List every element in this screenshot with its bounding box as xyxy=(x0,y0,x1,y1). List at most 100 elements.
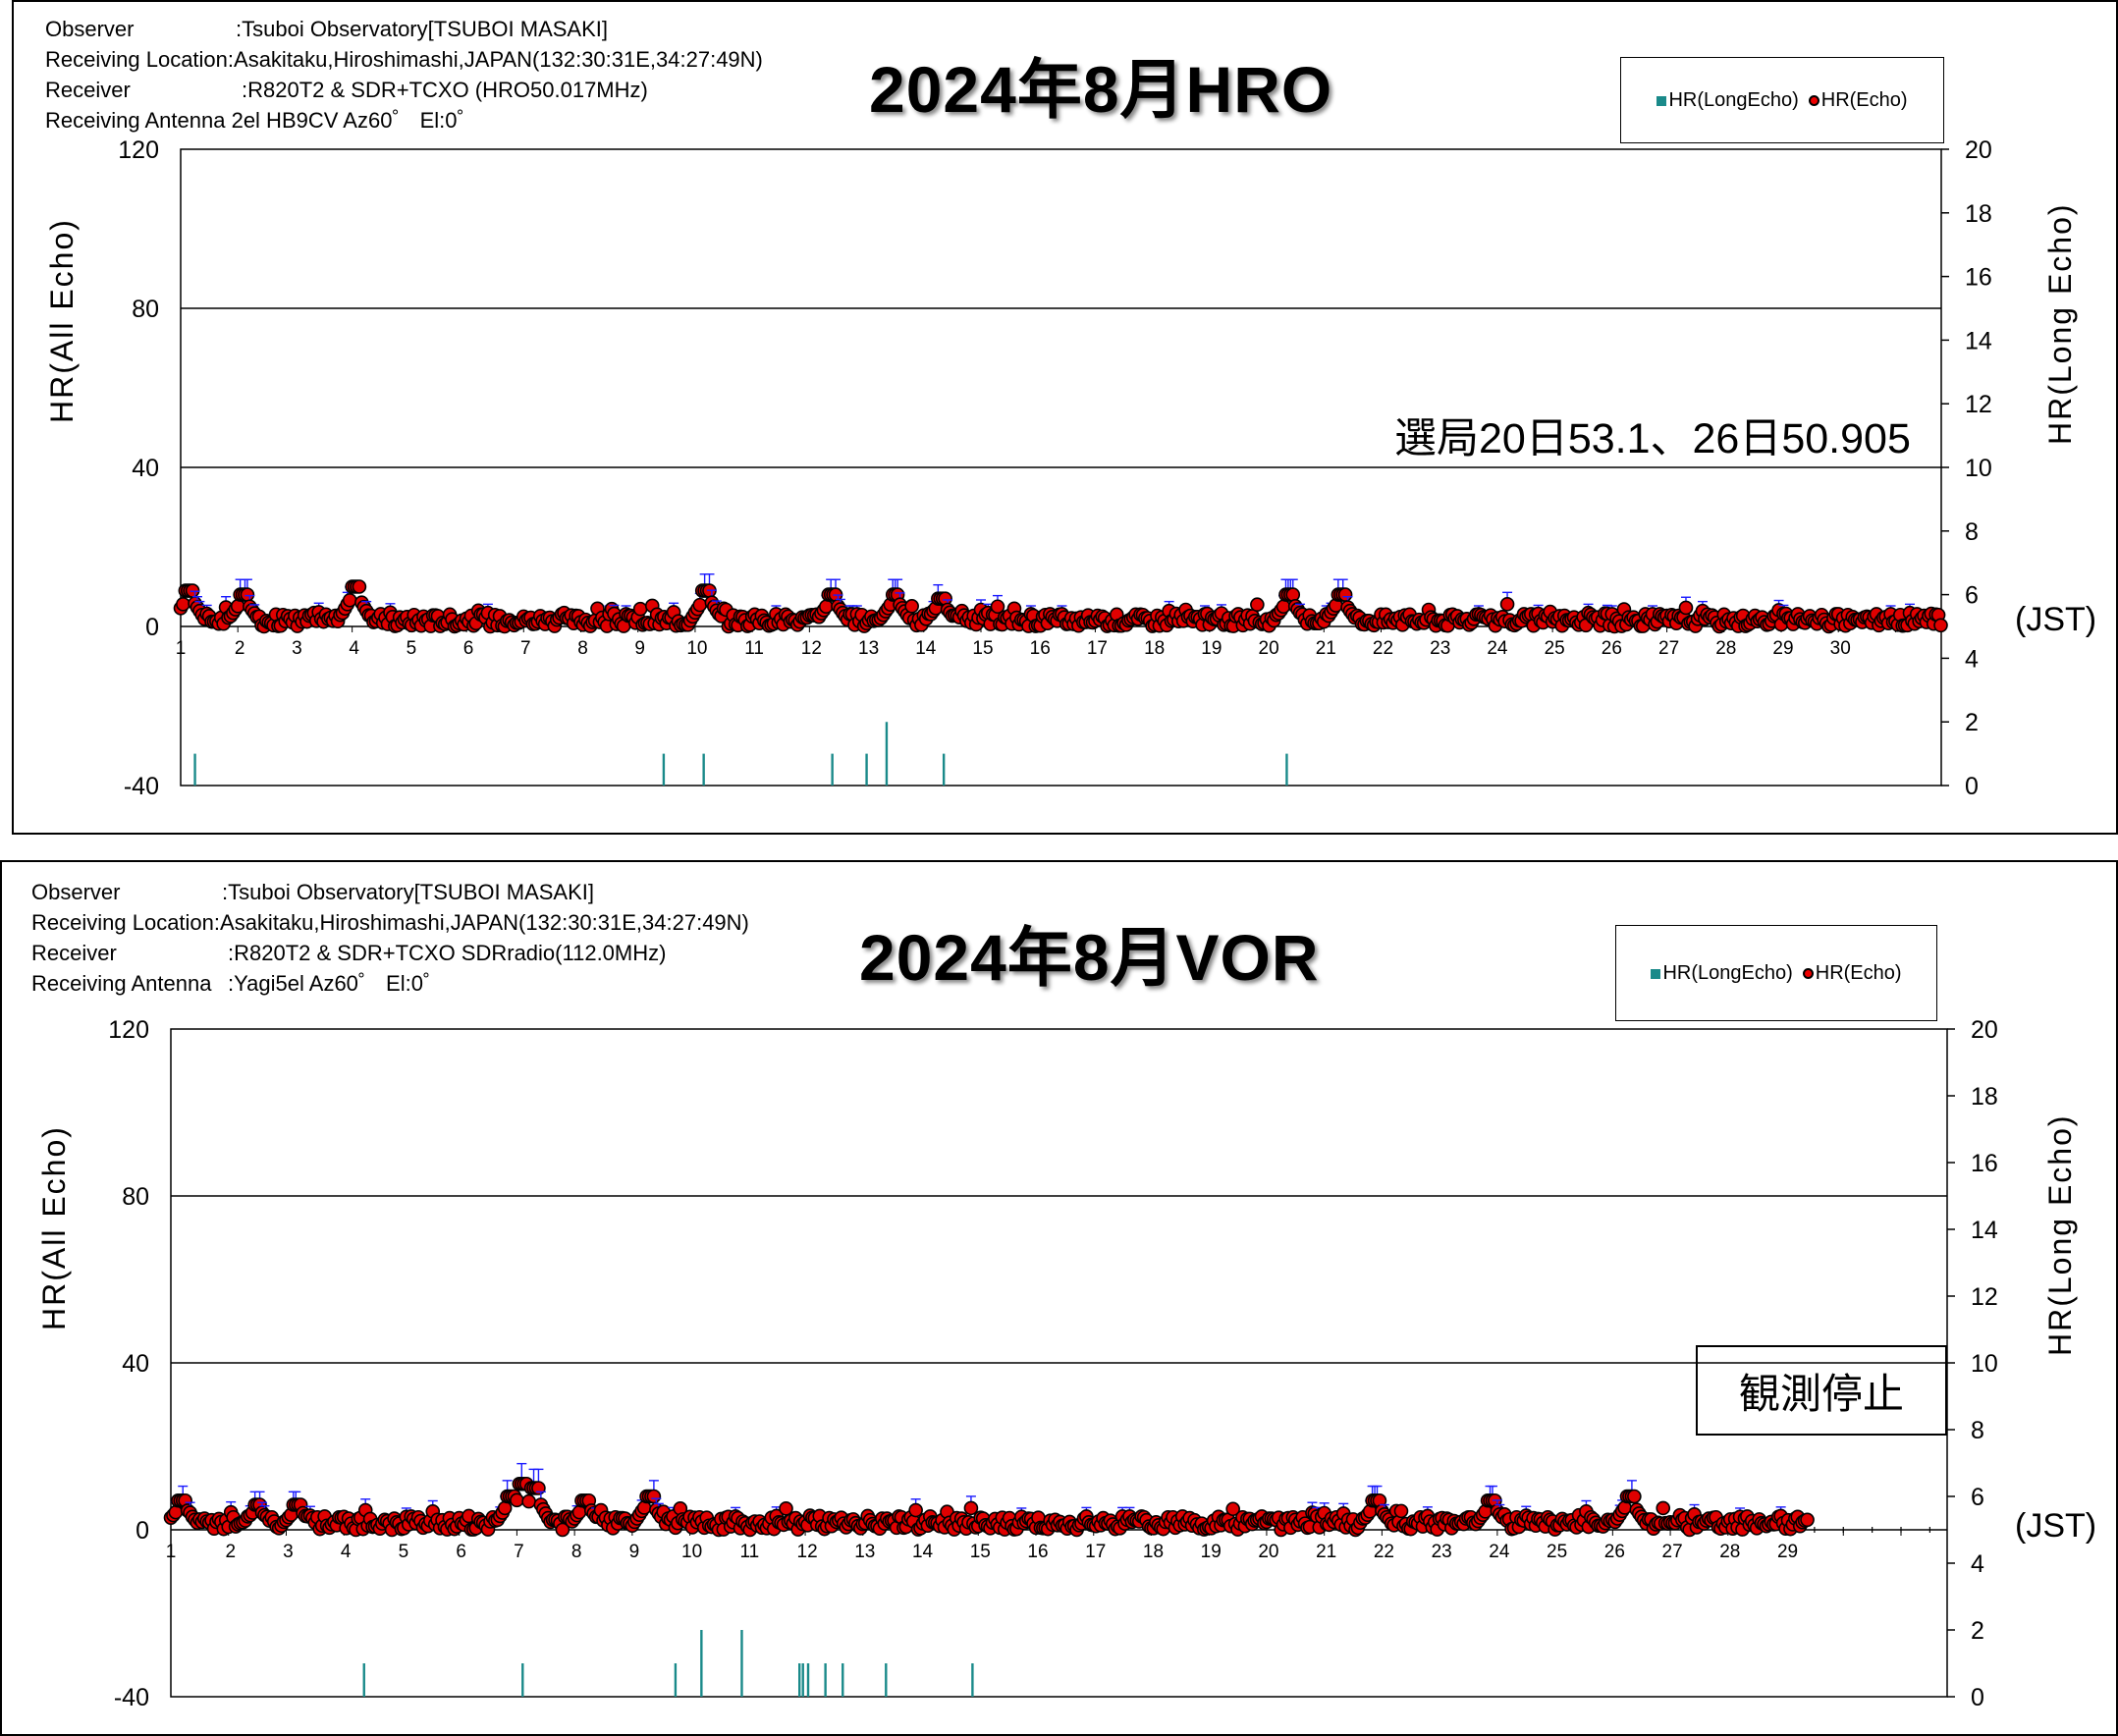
x-tick-label: 29 xyxy=(1777,1542,1798,1562)
y-right-tick-label: 8 xyxy=(1965,518,1979,546)
echo-point xyxy=(497,1500,513,1516)
y-right-tick-label: 10 xyxy=(1965,455,1992,482)
y-left-tick-label: 80 xyxy=(132,296,159,323)
echo-point xyxy=(1285,587,1301,602)
x-tick-label: 29 xyxy=(1772,638,1793,659)
y-right-tick-label: 0 xyxy=(1965,773,1979,800)
echo-point xyxy=(632,601,648,617)
y-right-tick-label: 18 xyxy=(1971,1083,1998,1111)
echo-point xyxy=(352,579,367,594)
y-right-tick-label: 16 xyxy=(1965,264,1992,292)
x-tick-label: 2 xyxy=(225,1542,236,1562)
x-tick-label: 19 xyxy=(1201,638,1222,659)
echo-point xyxy=(510,1492,524,1508)
x-tick-label: 8 xyxy=(571,1542,582,1562)
x-tick-label: 5 xyxy=(407,638,417,659)
echo-point xyxy=(819,599,834,615)
x-tick-label: 26 xyxy=(1604,1542,1625,1562)
y-right-tick-label: 6 xyxy=(1965,582,1979,610)
echo-point xyxy=(1678,600,1694,616)
y-left-tick-label: 0 xyxy=(145,614,159,641)
y-right-tick-label: 14 xyxy=(1965,327,1992,354)
x-tick-label: 19 xyxy=(1201,1542,1222,1562)
y-left-tick-label: -40 xyxy=(114,1684,149,1711)
echo-point xyxy=(1250,597,1265,613)
x-tick-label: 21 xyxy=(1316,638,1336,659)
x-tick-label: 23 xyxy=(1432,1542,1452,1562)
x-tick-label: 10 xyxy=(681,1542,702,1562)
x-tick-label: 10 xyxy=(686,638,707,659)
y-right-tick-label: 12 xyxy=(1971,1283,1998,1311)
echo-point xyxy=(904,599,919,614)
x-tick-label: 14 xyxy=(915,638,937,659)
x-tick-label: 17 xyxy=(1085,1542,1106,1562)
x-tick-label: 9 xyxy=(634,638,645,659)
y-right-tick-label: 2 xyxy=(1965,709,1979,736)
y-right-tick-label: 4 xyxy=(1971,1550,1984,1578)
x-tick-label: 20 xyxy=(1259,638,1279,659)
x-tick-label: 11 xyxy=(744,638,764,659)
y-right-tick-label: 2 xyxy=(1971,1617,1984,1645)
y-right-tick-label: 14 xyxy=(1971,1217,1998,1244)
x-tick-label: 18 xyxy=(1144,638,1165,659)
x-tick-label: 27 xyxy=(1658,638,1679,659)
y-right-tick-label: 10 xyxy=(1971,1350,1998,1378)
y-right-tick-label: 16 xyxy=(1971,1150,1998,1177)
echo-point xyxy=(1800,1512,1815,1528)
x-tick-label: 12 xyxy=(801,638,822,659)
echo-point xyxy=(646,1489,662,1504)
x-tick-label: 18 xyxy=(1143,1542,1164,1562)
x-tick-label: 24 xyxy=(1489,1542,1510,1562)
echo-point xyxy=(571,1504,587,1520)
charts-canvas: -4004080120024681012141618201 2 3 4 5 6 7 8 9 10 1… xyxy=(108,136,1998,1711)
echo-point xyxy=(1499,597,1515,612)
y-right-tick-label: 6 xyxy=(1971,1484,1984,1511)
y-left-tick-label: 80 xyxy=(122,1183,149,1211)
x-tick-label: 25 xyxy=(1545,638,1565,659)
y-right-tick-label: 8 xyxy=(1971,1417,1984,1444)
y-right-tick-label: 20 xyxy=(1965,136,1992,164)
x-tick-label: 28 xyxy=(1715,638,1736,659)
echo-point xyxy=(908,1502,923,1518)
x-tick-label: 20 xyxy=(1258,1542,1278,1562)
echo-point xyxy=(521,1493,536,1509)
x-tick-label: 22 xyxy=(1373,638,1393,659)
x-tick-label: 3 xyxy=(283,1542,294,1562)
x-tick-label: 1 xyxy=(166,1542,177,1562)
x-tick-label: 4 xyxy=(341,1542,352,1562)
x-tick-label: 25 xyxy=(1547,1542,1567,1562)
echo-point xyxy=(1627,1489,1642,1504)
echo-point xyxy=(1337,587,1353,602)
x-tick-label: 15 xyxy=(970,1542,991,1562)
echo-point xyxy=(1933,618,1948,633)
y-left-tick-label: 120 xyxy=(118,136,159,164)
chart-vor: -4004080120024681012141618201 2 3 4 5 6 7 8 9 10 1… xyxy=(108,1016,1998,1711)
x-tick-label: 23 xyxy=(1430,638,1450,659)
x-tick-label: 5 xyxy=(399,1542,409,1562)
echo-point xyxy=(963,1500,979,1516)
echo-point xyxy=(1276,599,1291,615)
chart-hro: -4004080120024681012141618201 2 3 4 5 6 7 8 9 10 1… xyxy=(118,136,1992,800)
y-left-tick-label: 120 xyxy=(108,1016,149,1044)
x-tick-label: 6 xyxy=(456,1542,466,1562)
echo-point xyxy=(1393,1503,1409,1519)
x-tick-label: 3 xyxy=(292,638,302,659)
x-tick-label: 6 xyxy=(463,638,474,659)
echo-point xyxy=(240,587,255,602)
echo-point xyxy=(176,597,190,612)
x-tick-label: 28 xyxy=(1719,1542,1740,1562)
echo-point xyxy=(342,592,357,608)
x-tick-label: 30 xyxy=(1830,638,1851,659)
y-left-tick-label: -40 xyxy=(124,773,159,800)
x-tick-label: 12 xyxy=(797,1542,818,1562)
x-tick-label: 26 xyxy=(1602,638,1622,659)
x-tick-label: 13 xyxy=(854,1542,875,1562)
x-tick-label: 17 xyxy=(1087,638,1108,659)
y-right-tick-label: 18 xyxy=(1965,200,1992,228)
echo-point xyxy=(1656,1500,1671,1516)
x-tick-label: 16 xyxy=(1027,1542,1048,1562)
y-right-tick-label: 0 xyxy=(1971,1684,1984,1711)
y-right-tick-label: 20 xyxy=(1971,1016,1998,1044)
x-tick-label: 7 xyxy=(514,1542,524,1562)
x-tick-label: 7 xyxy=(520,638,531,659)
